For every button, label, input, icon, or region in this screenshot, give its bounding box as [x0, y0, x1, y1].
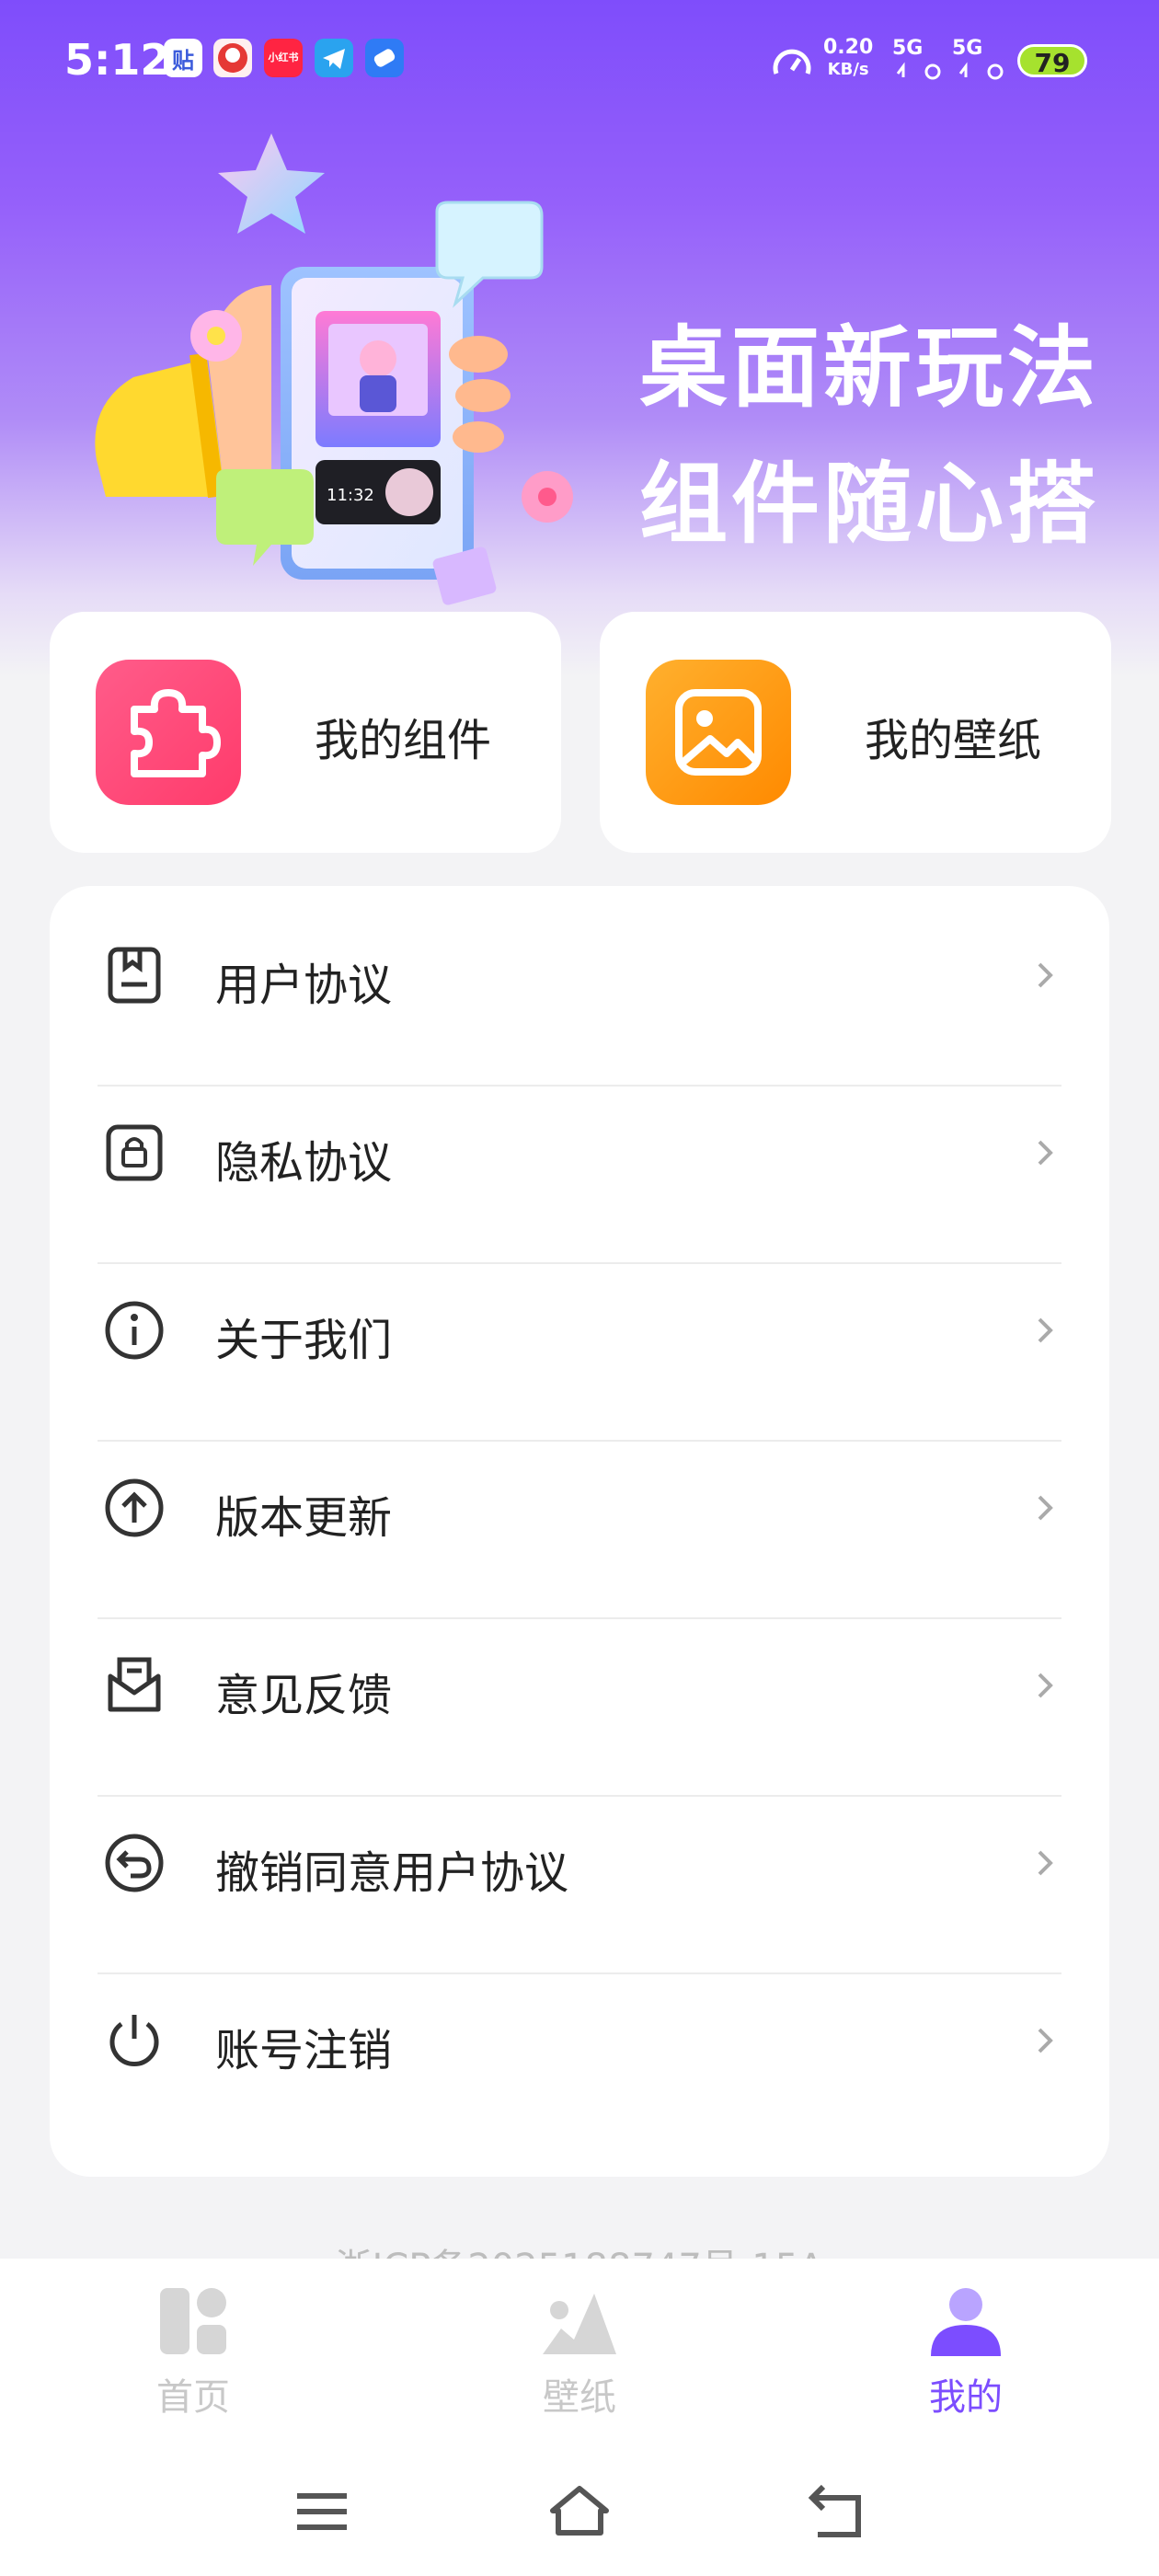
notification-icon-app2 — [213, 39, 252, 77]
landscape-icon — [543, 2294, 616, 2354]
chevron-right-icon — [1038, 1140, 1053, 1166]
user-icon — [931, 2288, 1001, 2356]
back-icon[interactable] — [805, 2479, 869, 2544]
menu-label: 用户协议 — [215, 960, 393, 1011]
tab-home[interactable]: 首页 — [101, 2284, 285, 2432]
my-wallpapers-label: 我的壁纸 — [865, 715, 1042, 766]
my-wallpapers-card[interactable]: 我的壁纸 — [600, 612, 1111, 853]
tab-mine[interactable]: 我的 — [874, 2284, 1058, 2432]
banner-illustration: 11:32 — [95, 133, 573, 605]
mail-icon — [108, 1657, 161, 1712]
battery-indicator: 79 — [1017, 44, 1087, 78]
notification-icon-app5 — [365, 39, 404, 77]
notification-icon-xiaohongshu: 小红书 — [264, 39, 303, 77]
menu-item-version-update[interactable]: 版本更新 — [50, 1419, 1109, 1596]
chevron-right-icon — [1038, 1673, 1053, 1698]
menu-item-delete-account[interactable]: 账号注销 — [50, 1951, 1109, 2129]
my-widgets-label: 我的组件 — [315, 715, 492, 766]
menu-label: 撤销同意用户协议 — [215, 1847, 569, 1899]
signal-bars-2-icon — [958, 62, 1004, 80]
chevron-right-icon — [1038, 1850, 1053, 1876]
settings-menu: 用户协议 隐私协议 关于我们 版本更新 意见反馈 撤销同意用户协议 账号注销 — [50, 886, 1109, 2177]
menu-label: 账号注销 — [215, 2025, 393, 2076]
undo-icon — [105, 1834, 164, 1892]
info-icon — [105, 1301, 164, 1360]
network-speed: 0.20 KB/s — [823, 36, 874, 80]
phone-widget-time: 11:32 — [327, 486, 374, 505]
menu-icon[interactable] — [290, 2479, 354, 2544]
chevron-right-icon — [1038, 1495, 1053, 1521]
tab-home-label: 首页 — [156, 2376, 230, 2419]
menu-item-revoke-agreement[interactable]: 撤销同意用户协议 — [50, 1774, 1109, 1951]
home-icon[interactable] — [547, 2479, 612, 2544]
tab-wallpaper-label: 壁纸 — [543, 2376, 616, 2419]
tab-wallpaper[interactable]: 壁纸 — [488, 2284, 671, 2432]
banner-slogan-line1: 桌面新玩法 — [639, 316, 1099, 420]
menu-item-privacy-policy[interactable]: 隐私协议 — [50, 1064, 1109, 1241]
clock: 5:12 — [64, 35, 170, 85]
image-icon — [646, 660, 791, 805]
chevron-right-icon — [1038, 962, 1053, 988]
status-bar: 5:12 贴 小红书 0.20 KB/s 5G 5G 79 — [0, 0, 1159, 124]
menu-label: 版本更新 — [215, 1492, 393, 1544]
signal-2: 5G — [952, 37, 983, 60]
menu-item-user-agreement[interactable]: 用户协议 — [50, 886, 1109, 1064]
puzzle-icon — [96, 660, 241, 805]
menu-label: 隐私协议 — [215, 1137, 393, 1189]
menu-item-feedback[interactable]: 意见反馈 — [50, 1596, 1109, 1774]
menu-label: 意见反馈 — [215, 1670, 393, 1721]
upload-icon — [105, 1478, 164, 1537]
signal-1: 5G — [892, 37, 924, 60]
chevron-right-icon — [1038, 1317, 1053, 1343]
bottom-tab-bar: 首页 壁纸 我的 — [0, 2259, 1159, 2443]
notification-icon-tieba: 贴 — [164, 39, 202, 77]
tab-mine-label: 我的 — [929, 2376, 1003, 2419]
signal-bars-1-icon — [896, 62, 941, 80]
document-icon — [108, 947, 161, 1004]
notification-icon-telegram — [315, 39, 353, 77]
chevron-right-icon — [1038, 2028, 1053, 2053]
banner-slogan-line2: 组件随心搭 — [639, 453, 1099, 556]
power-icon — [109, 2015, 159, 2066]
menu-label: 关于我们 — [215, 1315, 393, 1366]
my-widgets-card[interactable]: 我的组件 — [50, 612, 561, 853]
speedometer-icon — [773, 49, 811, 75]
system-navigation-bar — [0, 2443, 1159, 2576]
home-grid-icon — [160, 2288, 226, 2354]
menu-item-about-us[interactable]: 关于我们 — [50, 1241, 1109, 1419]
lock-icon — [106, 1124, 163, 1181]
